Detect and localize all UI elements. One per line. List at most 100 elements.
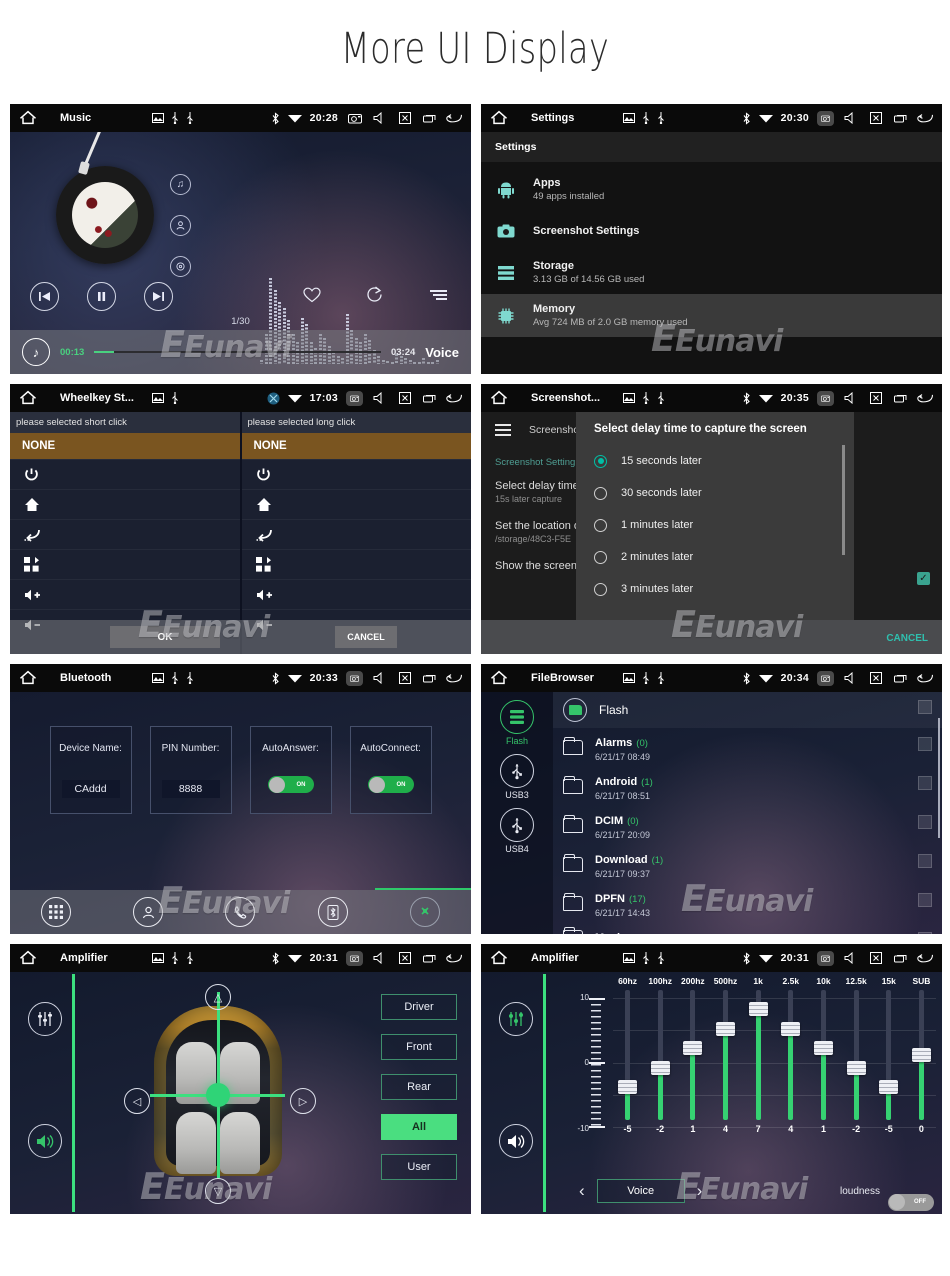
wheelkey-short-selected[interactable]: NONE	[10, 433, 240, 459]
repeat-icon[interactable]	[365, 286, 385, 308]
screenshot-icon[interactable]	[346, 950, 363, 966]
keypad-icon[interactable]	[41, 897, 72, 927]
settings-item-screenshot[interactable]: Screenshot Settings	[481, 211, 942, 251]
equalizer-band[interactable]: 10k 1	[809, 976, 838, 1168]
previous-icon[interactable]	[30, 282, 59, 311]
table-row[interactable]: DCIM (0) 6/21/17 20:09	[553, 806, 942, 845]
band-slider-knob[interactable]	[716, 1022, 735, 1036]
playlist-icon[interactable]: ♪	[22, 338, 50, 366]
wheelkey-item-home[interactable]	[241, 489, 471, 519]
preset-button-rear[interactable]: Rear	[381, 1074, 457, 1100]
wheelkey-item-back[interactable]	[241, 519, 471, 549]
back-icon[interactable]	[446, 391, 463, 406]
back-icon[interactable]	[446, 111, 463, 126]
band-slider-track[interactable]	[748, 990, 768, 1120]
back-icon[interactable]	[917, 111, 934, 126]
menu-icon[interactable]	[495, 421, 511, 439]
band-slider-track[interactable]	[813, 990, 833, 1120]
voice-label[interactable]: Voice	[425, 345, 459, 360]
device-name-value[interactable]: CAddd	[61, 780, 120, 798]
wheelkey-long-selected[interactable]: NONE	[241, 433, 471, 459]
table-row[interactable]: Download (1) 6/21/17 09:37	[553, 845, 942, 884]
autoconnect-toggle[interactable]: ON	[367, 776, 414, 793]
band-slider-knob[interactable]	[813, 1041, 833, 1055]
wheelkey-item-power[interactable]	[10, 459, 240, 489]
screenshot-icon[interactable]	[346, 111, 363, 126]
preset-button-user[interactable]: User	[381, 1154, 457, 1180]
band-slider-track[interactable]	[618, 990, 638, 1120]
band-slider-knob[interactable]	[650, 1061, 670, 1075]
home-icon[interactable]	[18, 949, 40, 967]
band-slider-track[interactable]	[650, 990, 670, 1120]
radio-icon[interactable]	[594, 486, 607, 500]
close-icon[interactable]	[396, 111, 413, 126]
list-scrollbar[interactable]	[937, 718, 940, 838]
cancel-button[interactable]: CANCEL	[335, 626, 397, 648]
close-icon[interactable]	[867, 391, 884, 406]
close-icon[interactable]	[396, 391, 413, 406]
recents-icon[interactable]	[892, 671, 909, 686]
band-slider-track[interactable]	[911, 990, 931, 1120]
wheelkey-item-apps[interactable]	[241, 549, 471, 579]
band-slider-knob[interactable]	[618, 1080, 638, 1094]
dialog-option-1m[interactable]: 1 minutes later	[594, 509, 854, 541]
home-icon[interactable]	[489, 949, 511, 967]
sliders-icon[interactable]	[499, 1002, 533, 1036]
table-row[interactable]: DPFN (17) 6/21/17 14:43	[553, 884, 942, 923]
row-checkbox[interactable]	[918, 737, 932, 751]
back-icon[interactable]	[917, 391, 934, 406]
fader-position-handle[interactable]	[206, 1083, 230, 1107]
seek-slider[interactable]	[94, 351, 381, 353]
settings-item-memory[interactable]: Memory Avg 724 MB of 2.0 GB memory used	[481, 294, 942, 337]
sidebar-item-usb3[interactable]: USB3	[500, 754, 534, 800]
wheelkey-item-volume-up[interactable]	[241, 579, 471, 609]
band-slider-knob[interactable]	[879, 1080, 899, 1094]
band-slider-track[interactable]	[781, 990, 801, 1120]
close-icon[interactable]	[867, 951, 884, 966]
volume-icon[interactable]	[371, 391, 388, 406]
left-arrow-icon[interactable]: ◁	[124, 1088, 150, 1114]
right-arrow-icon[interactable]: ▷	[290, 1088, 316, 1114]
close-icon[interactable]	[867, 111, 884, 126]
heart-icon[interactable]	[303, 287, 321, 308]
recents-icon[interactable]	[421, 391, 438, 406]
settings-item-apps[interactable]: Apps 49 apps installed	[481, 168, 942, 211]
wheelkey-item-back[interactable]	[10, 519, 240, 549]
preset-button-front[interactable]: Front	[381, 1034, 457, 1060]
equalizer-band[interactable]: 60hz -5	[613, 976, 642, 1168]
call-icon[interactable]	[225, 897, 256, 927]
equalizer-band[interactable]: 100hz -2	[646, 976, 675, 1168]
table-row[interactable]: Android (1) 6/21/17 08:51	[553, 767, 942, 806]
dialog-cancel-button[interactable]: CANCEL	[886, 633, 928, 644]
screenshot-icon[interactable]	[817, 950, 834, 966]
recents-icon[interactable]	[892, 111, 909, 126]
band-slider-track[interactable]	[879, 990, 899, 1120]
album-icon[interactable]	[170, 256, 191, 277]
recents-icon[interactable]	[421, 951, 438, 966]
row-checkbox[interactable]	[918, 815, 932, 829]
ok-button[interactable]: OK	[110, 626, 220, 648]
music-note-icon[interactable]: ♫	[170, 174, 191, 195]
wheelkey-item-power[interactable]	[241, 459, 471, 489]
back-icon[interactable]	[446, 671, 463, 686]
wheelkey-item-home[interactable]	[10, 489, 240, 519]
volume-icon[interactable]	[371, 671, 388, 686]
back-icon[interactable]	[917, 951, 934, 966]
chevron-right-icon[interactable]: ›	[685, 1181, 715, 1201]
volume-icon[interactable]	[371, 111, 388, 126]
wheelkey-item-volume-up[interactable]	[10, 579, 240, 609]
speaker-icon[interactable]	[28, 1124, 62, 1158]
equalizer-band[interactable]: 500hz 4	[711, 976, 740, 1168]
band-slider-track[interactable]	[716, 990, 735, 1120]
row-checkbox[interactable]	[918, 776, 932, 790]
screenshot-icon[interactable]	[346, 390, 363, 406]
checkbox-checked-icon[interactable]: ✓	[917, 572, 930, 585]
radio-icon[interactable]	[594, 550, 607, 564]
dialog-option-15s[interactable]: 15 seconds later	[594, 445, 854, 477]
home-icon[interactable]	[489, 389, 511, 407]
back-icon[interactable]	[917, 671, 934, 686]
table-row[interactable]: Alarms (0) 6/21/17 08:49	[553, 728, 942, 767]
volume-icon[interactable]	[842, 391, 859, 406]
band-slider-track[interactable]	[846, 990, 866, 1120]
radio-icon[interactable]	[594, 518, 607, 532]
